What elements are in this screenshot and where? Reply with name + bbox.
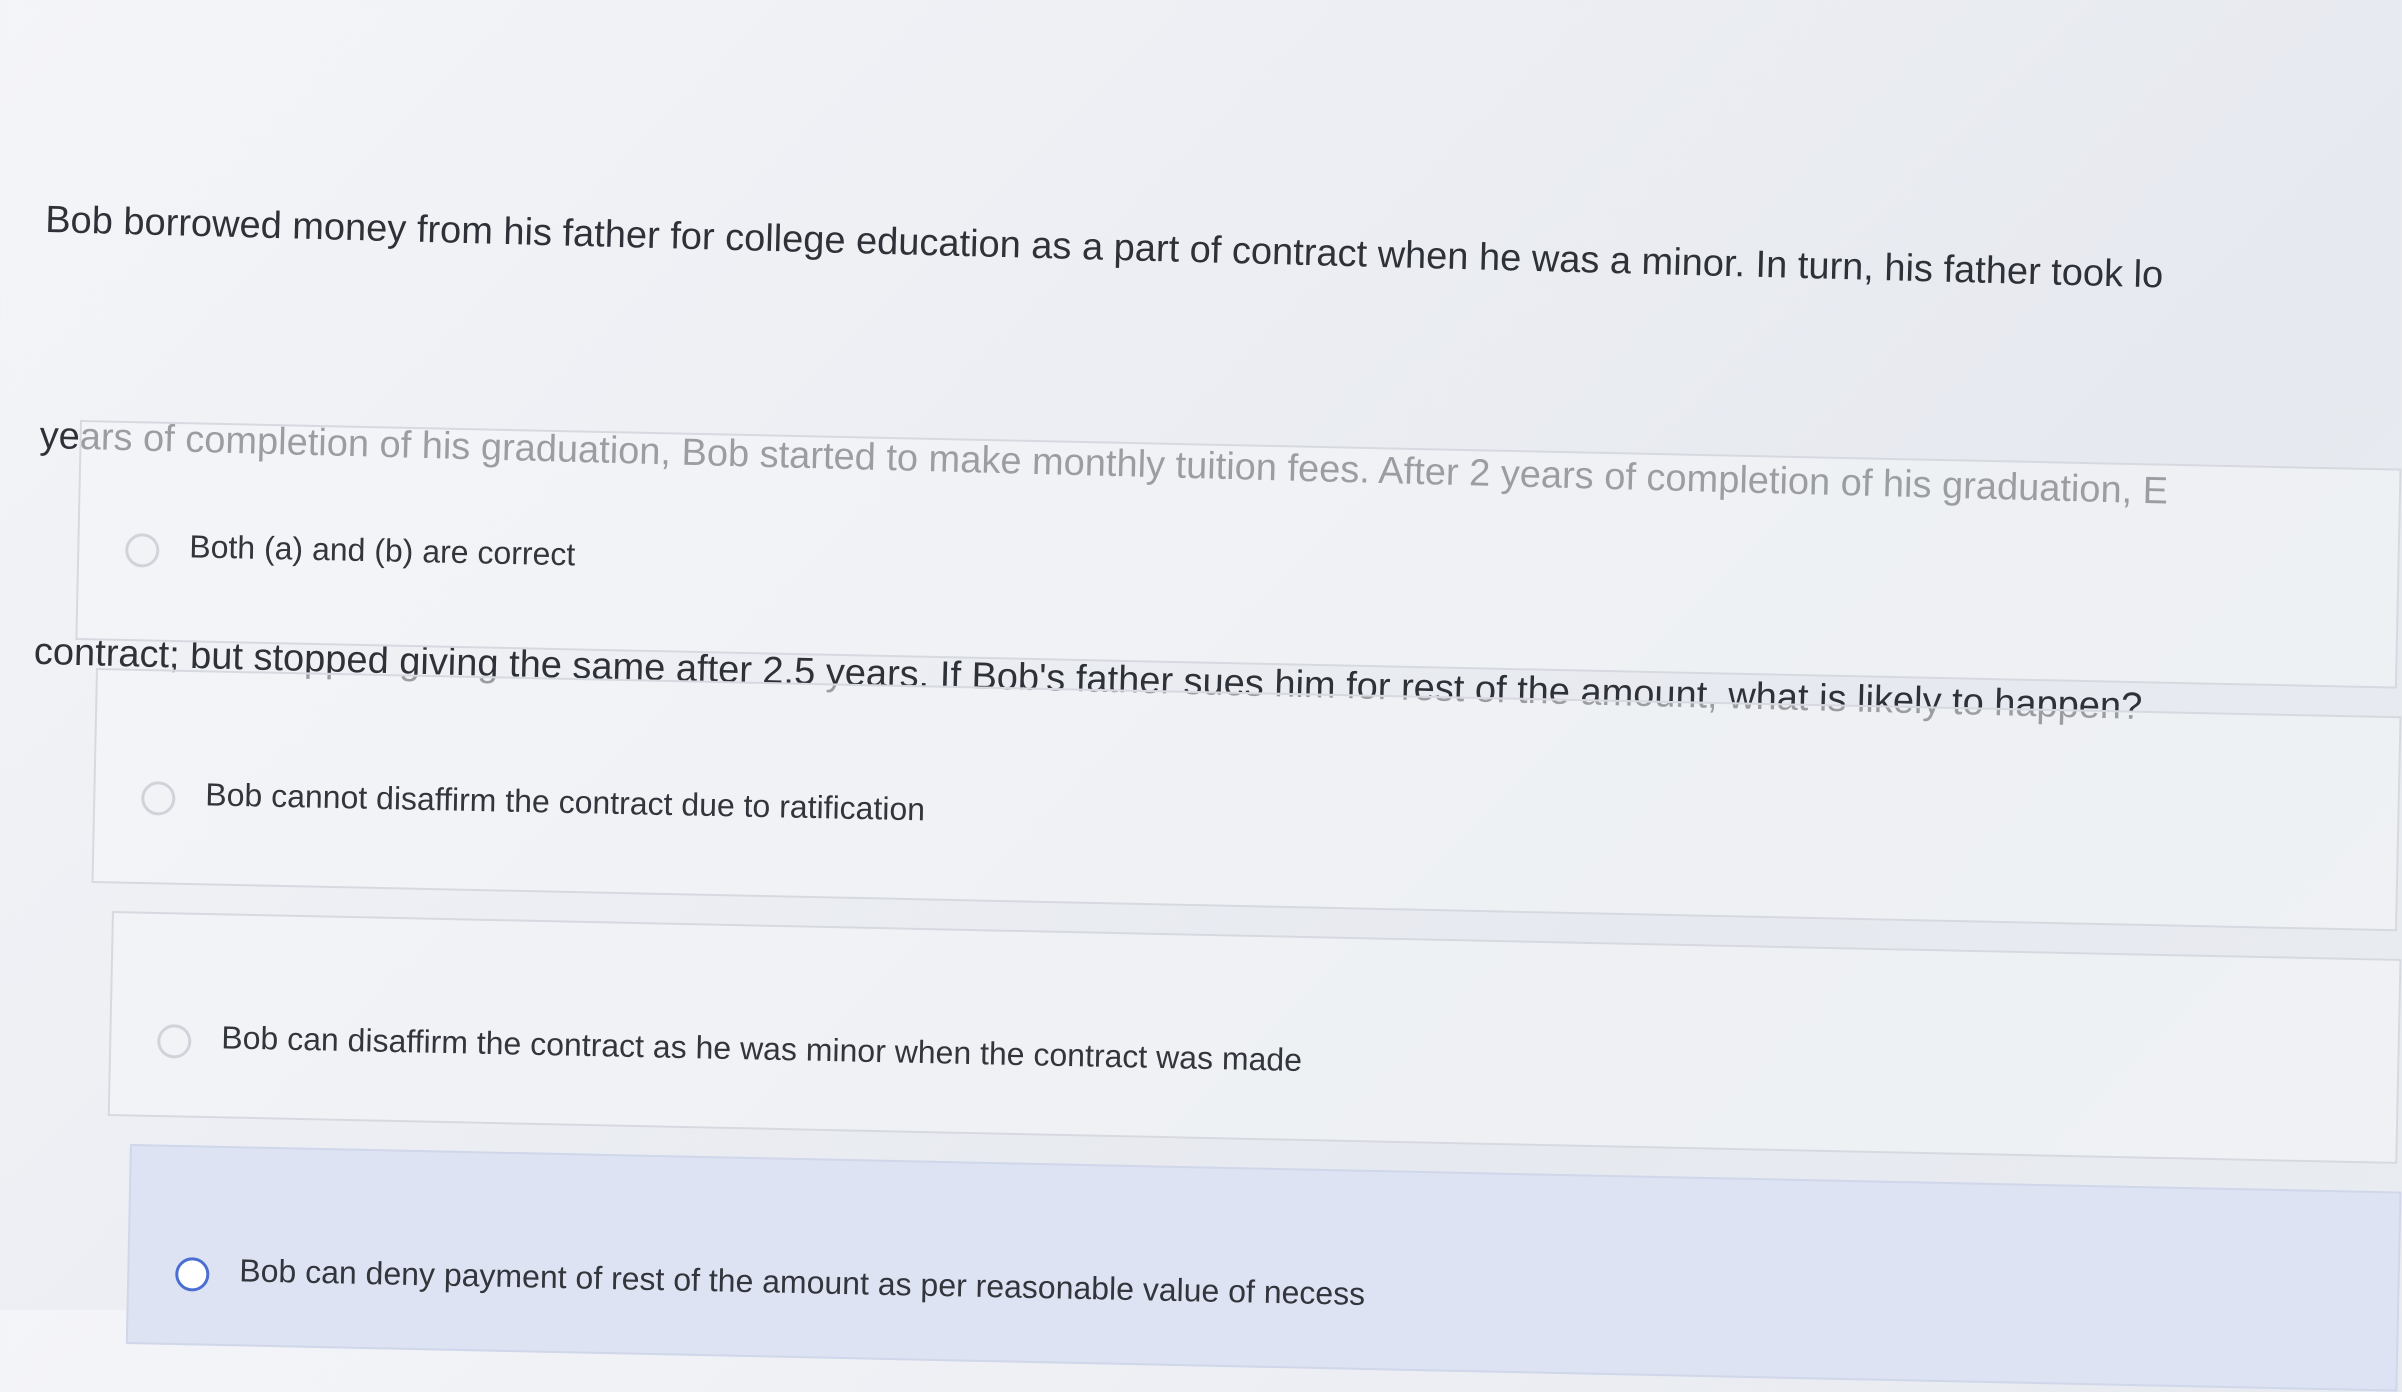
question-line-1: Bob borrowed money from his father for c…: [44, 198, 2164, 297]
answer-option-label: Both (a) and (b) are correct: [189, 528, 576, 573]
answer-option-2[interactable]: Bob cannot disaffirm the contract due to…: [91, 668, 2402, 932]
answer-option-label: Bob can disaffirm the contract as he was…: [221, 1019, 1303, 1078]
radio-button-icon[interactable]: [124, 532, 160, 568]
answer-option-3[interactable]: Bob can disaffirm the contract as he was…: [107, 911, 2402, 1164]
radio-button-icon[interactable]: [140, 780, 176, 816]
radio-button-icon[interactable]: [174, 1256, 210, 1292]
answer-option-4[interactable]: Bob can deny payment of rest of the amou…: [125, 1144, 2402, 1392]
radio-button-icon[interactable]: [156, 1023, 192, 1059]
answer-option-label: Bob can deny payment of rest of the amou…: [239, 1252, 1366, 1312]
answer-options: Both (a) and (b) are correct Bob cannot …: [75, 420, 2402, 1392]
answer-option-1[interactable]: Both (a) and (b) are correct: [75, 420, 2402, 689]
answer-option-label: Bob cannot disaffirm the contract due to…: [205, 776, 926, 828]
